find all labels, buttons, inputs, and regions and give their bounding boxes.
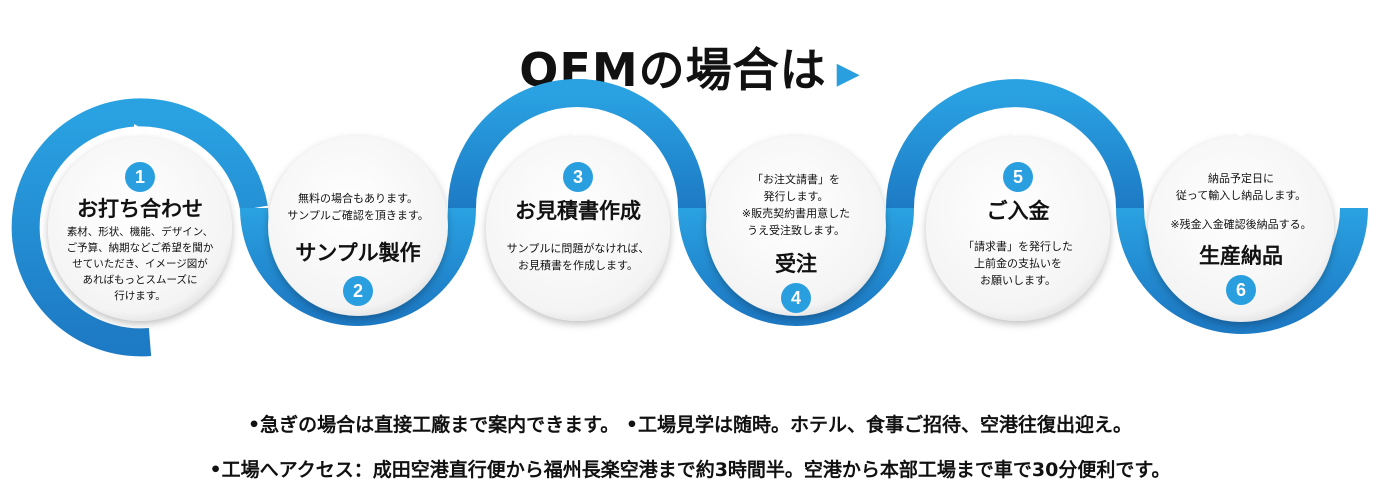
step-number-badge: 4 [781, 283, 811, 313]
step-description: サンプルに問題がなければ、 お見積書を作成します。 [506, 242, 650, 272]
step-number-badge: 6 [1226, 275, 1256, 305]
step-title: 受注 [775, 252, 817, 276]
step-number-badge: 1 [125, 162, 155, 192]
step-description: 「請求書」を発行した 上前金の支払いを お願いします。 [963, 240, 1073, 287]
note-line-1: •急ぎの場合は直接工廠まで案内できます。 •工場見学は随時。ホテル、食事ご招待、… [247, 414, 1132, 436]
step-description: 素材、形状、機能、デザイン、 ご予算、納期などご希望を聞か せていただき、イメー… [66, 226, 214, 302]
step-4: 「お注文請書」を 発行します。 ※販売契約書用意した うえ受注致します。 受注 … [706, 171, 886, 313]
step-number-badge: 5 [1003, 162, 1033, 192]
step-description: 無料の場合もあります。 サンプルご確認を頂きます。 [287, 192, 429, 222]
step-3: 3 お見積書作成 サンプルに問題がなければ、 お見積書を作成します。 [488, 162, 668, 274]
step-title: サンプル製作 [295, 241, 421, 265]
step-title: お打ち合わせ [77, 197, 203, 221]
flow-arrow-icon [1013, 124, 1024, 136]
step-description: 納品予定日に 従って輸入し納品します。 ※残金入金確認後納品する。 [1170, 172, 1312, 231]
step-1: 1 お打ち合わせ 素材、形状、機能、デザイン、 ご予算、納期などご希望を聞か せ… [50, 162, 230, 304]
step-title: ご入金 [986, 199, 1050, 223]
step-number-badge: 3 [563, 162, 593, 192]
flow-arrow-icon [792, 345, 803, 357]
flow-end-dot-icon [1235, 124, 1247, 136]
flow-arrow-icon [573, 124, 584, 136]
step-2: 無料の場合もあります。 サンプルご確認を頂きます。 サンプル製作 2 [268, 190, 448, 306]
flow-arrow-icon [353, 345, 364, 357]
step-number-badge: 2 [343, 276, 373, 306]
step-5: 5 ご入金 「請求書」を発行した 上前金の支払いを お願いします。 [928, 162, 1108, 289]
step-description: 「お注文請書」を 発行します。 ※販売契約書用意した うえ受注致します。 [741, 173, 851, 237]
step-title: 生産納品 [1199, 244, 1283, 268]
step-6: 納品予定日に 従って輸入し納品します。 ※残金入金確認後納品する。 生産納品 6 [1146, 170, 1336, 305]
step-title: お見積書作成 [515, 199, 641, 223]
note-line-2: •工場へアクセス：成田空港直行便から福州長楽空港まで約3時間半。空港から本部工場… [209, 459, 1171, 481]
